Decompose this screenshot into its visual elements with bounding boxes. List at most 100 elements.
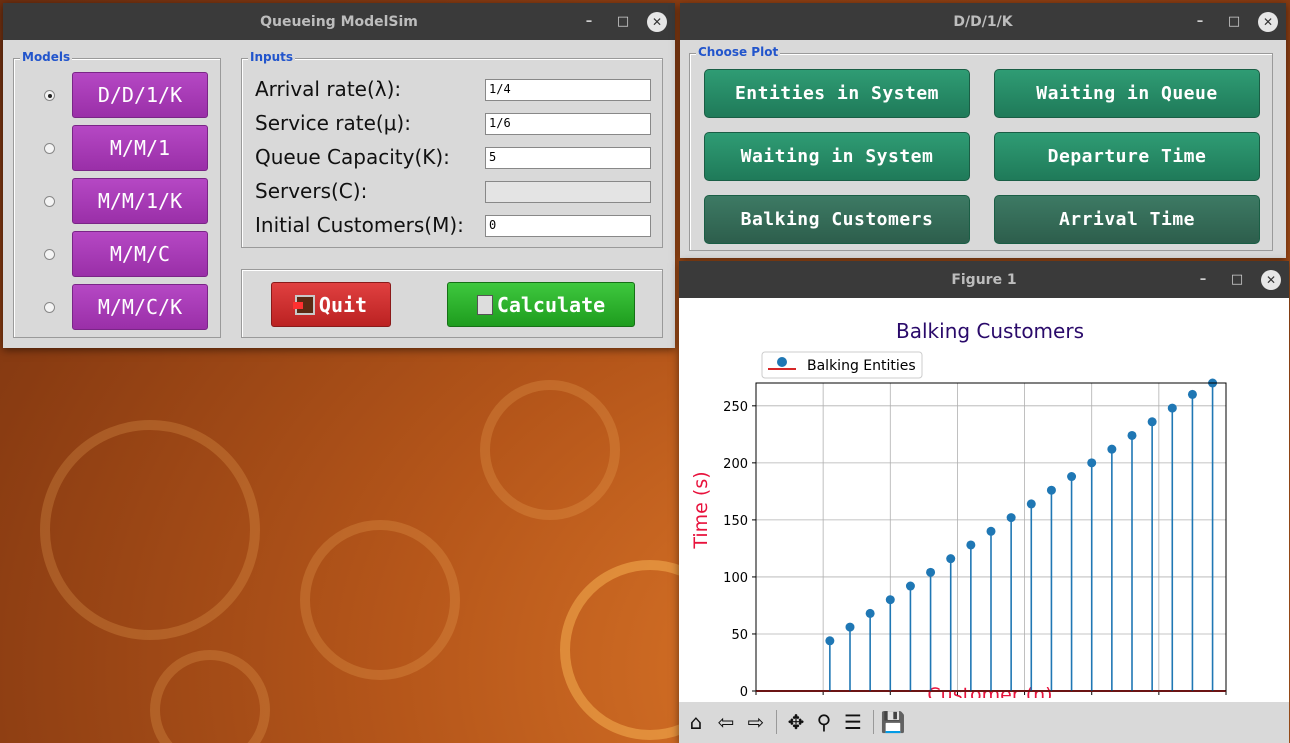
data-point: [926, 567, 936, 577]
data-point: [1087, 458, 1097, 468]
window-title: Figure 1: [951, 271, 1017, 288]
figure-canvas[interactable]: Balking Customers Time (s) Customer (n) …: [679, 298, 1289, 705]
models-group: Models D/D/1/K M/M/1 M/M/1/K M/M/C M/M/C…: [13, 50, 224, 338]
toolbar-separator: [873, 710, 874, 734]
data-point: [1067, 472, 1077, 482]
y-tick-label: 200: [723, 457, 748, 472]
plot-window: D/D/1/K – □ ✕ Choose Plot Entities in Sy…: [680, 3, 1286, 258]
y-tick-label: 50: [731, 628, 748, 643]
model-button-mm1k[interactable]: M/M/1/K: [72, 178, 208, 224]
minimize-icon[interactable]: –: [1190, 12, 1210, 32]
y-tick-label: 100: [723, 571, 748, 586]
actions-group: Quit Calculate: [241, 269, 663, 338]
configure-icon[interactable]: ☰: [839, 707, 867, 737]
model-row-mm1: M/M/1: [14, 125, 224, 171]
servers-input[interactable]: [485, 181, 651, 203]
initial-customers-label: Initial Customers(M):: [255, 213, 464, 237]
inputs-group-label: Inputs: [248, 50, 296, 64]
queue-capacity-label: Queue Capacity(K):: [255, 145, 450, 169]
y-axis-label: Time (s): [690, 471, 712, 549]
main-titlebar[interactable]: Queueing ModelSim – □ ✕: [3, 3, 675, 40]
arrival-rate-input[interactable]: 1/4: [485, 79, 651, 101]
model-row-mmck: M/M/C/K: [14, 284, 224, 330]
initial-customers-input[interactable]: 0: [485, 215, 651, 237]
zoom-icon[interactable]: ⚲: [810, 707, 838, 737]
window-title: Queueing ModelSim: [260, 13, 418, 30]
plot-titlebar[interactable]: D/D/1/K – □ ✕: [680, 3, 1286, 40]
exit-door-icon: [292, 294, 315, 315]
data-point: [1107, 444, 1117, 454]
data-point: [1167, 403, 1177, 413]
data-point: [1046, 485, 1056, 495]
model-button-mm1[interactable]: M/M/1: [72, 125, 208, 171]
data-point: [946, 554, 956, 564]
chart-title: Balking Customers: [896, 319, 1084, 343]
data-point: [845, 622, 855, 632]
data-point: [1147, 417, 1157, 427]
models-group-label: Models: [20, 50, 73, 64]
figure-toolbar: ⌂ ⇦ ⇨ ✥ ⚲ ☰ 💾: [679, 702, 1289, 743]
model-button-mmck[interactable]: M/M/C/K: [72, 284, 208, 330]
waiting-in-system-button[interactable]: Waiting in System: [704, 132, 970, 181]
quit-button[interactable]: Quit: [271, 282, 391, 327]
maximize-icon[interactable]: □: [613, 12, 633, 32]
departure-time-button[interactable]: Departure Time: [994, 132, 1260, 181]
arrival-time-button[interactable]: Arrival Time: [994, 195, 1260, 244]
pan-icon[interactable]: ✥: [782, 707, 810, 737]
back-icon[interactable]: ⇦: [712, 707, 740, 737]
figure-titlebar[interactable]: Figure 1 – □ ✕: [679, 261, 1289, 298]
y-tick-label: 0: [740, 685, 748, 698]
calculate-label: Calculate: [496, 292, 606, 317]
toolbar-separator: [776, 710, 777, 734]
legend-label: Balking Entities: [807, 358, 916, 374]
data-point: [986, 526, 996, 536]
calculate-button[interactable]: Calculate: [447, 282, 635, 327]
calculator-icon: [476, 294, 493, 315]
maximize-icon[interactable]: □: [1224, 12, 1244, 32]
data-point: [1026, 499, 1036, 509]
service-rate-input[interactable]: 1/6: [485, 113, 651, 135]
minimize-icon[interactable]: –: [579, 12, 599, 32]
model-radio-mm1k[interactable]: [44, 196, 55, 207]
choose-plot-group: Choose Plot Entities in System Waiting i…: [689, 45, 1273, 251]
data-point: [1187, 389, 1197, 399]
model-row-mmc: M/M/C: [14, 231, 224, 277]
quit-label: Quit: [318, 292, 368, 317]
model-radio-mm1[interactable]: [44, 143, 55, 154]
forward-icon[interactable]: ⇨: [742, 707, 770, 737]
inputs-group: Inputs Arrival rate(λ): 1/4 Service rate…: [241, 50, 663, 248]
balking-chart: Balking Customers Time (s) Customer (n) …: [690, 319, 1234, 705]
data-point: [885, 595, 895, 605]
close-icon[interactable]: ✕: [1261, 269, 1281, 290]
ticks: 010203040506070050100150200250: [723, 400, 1234, 705]
choose-plot-label: Choose Plot: [696, 45, 781, 59]
data-point: [1127, 430, 1137, 440]
model-button-mmc[interactable]: M/M/C: [72, 231, 208, 277]
queue-capacity-input[interactable]: 5: [485, 147, 651, 169]
y-tick-label: 250: [723, 400, 748, 415]
model-row-mm1k: M/M/1/K: [14, 178, 224, 224]
model-button-dd1k[interactable]: D/D/1/K: [72, 72, 208, 118]
save-icon[interactable]: 💾: [879, 707, 907, 737]
data-point: [966, 540, 976, 550]
minimize-icon[interactable]: –: [1193, 270, 1213, 290]
figure-window: Figure 1 – □ ✕ Balking Customers Time (s…: [679, 261, 1289, 743]
waiting-in-queue-button[interactable]: Waiting in Queue: [994, 69, 1260, 118]
legend: Balking Entities: [761, 351, 923, 379]
home-icon[interactable]: ⌂: [682, 707, 710, 737]
balking-customers-button[interactable]: Balking Customers: [704, 195, 970, 244]
close-icon[interactable]: ✕: [1258, 11, 1278, 32]
model-radio-dd1k[interactable]: [44, 90, 55, 101]
entities-in-system-button[interactable]: Entities in System: [704, 69, 970, 118]
data-point: [1006, 513, 1016, 523]
data-point: [825, 636, 835, 646]
model-radio-mmck[interactable]: [44, 302, 55, 313]
data-point: [865, 608, 875, 618]
model-row-dd1k: D/D/1/K: [14, 72, 224, 118]
data-point: [905, 581, 915, 591]
legend-point-marker: [777, 357, 787, 367]
close-icon[interactable]: ✕: [647, 11, 667, 32]
servers-label: Servers(C):: [255, 179, 368, 203]
model-radio-mmc[interactable]: [44, 249, 55, 260]
maximize-icon[interactable]: □: [1227, 270, 1247, 290]
